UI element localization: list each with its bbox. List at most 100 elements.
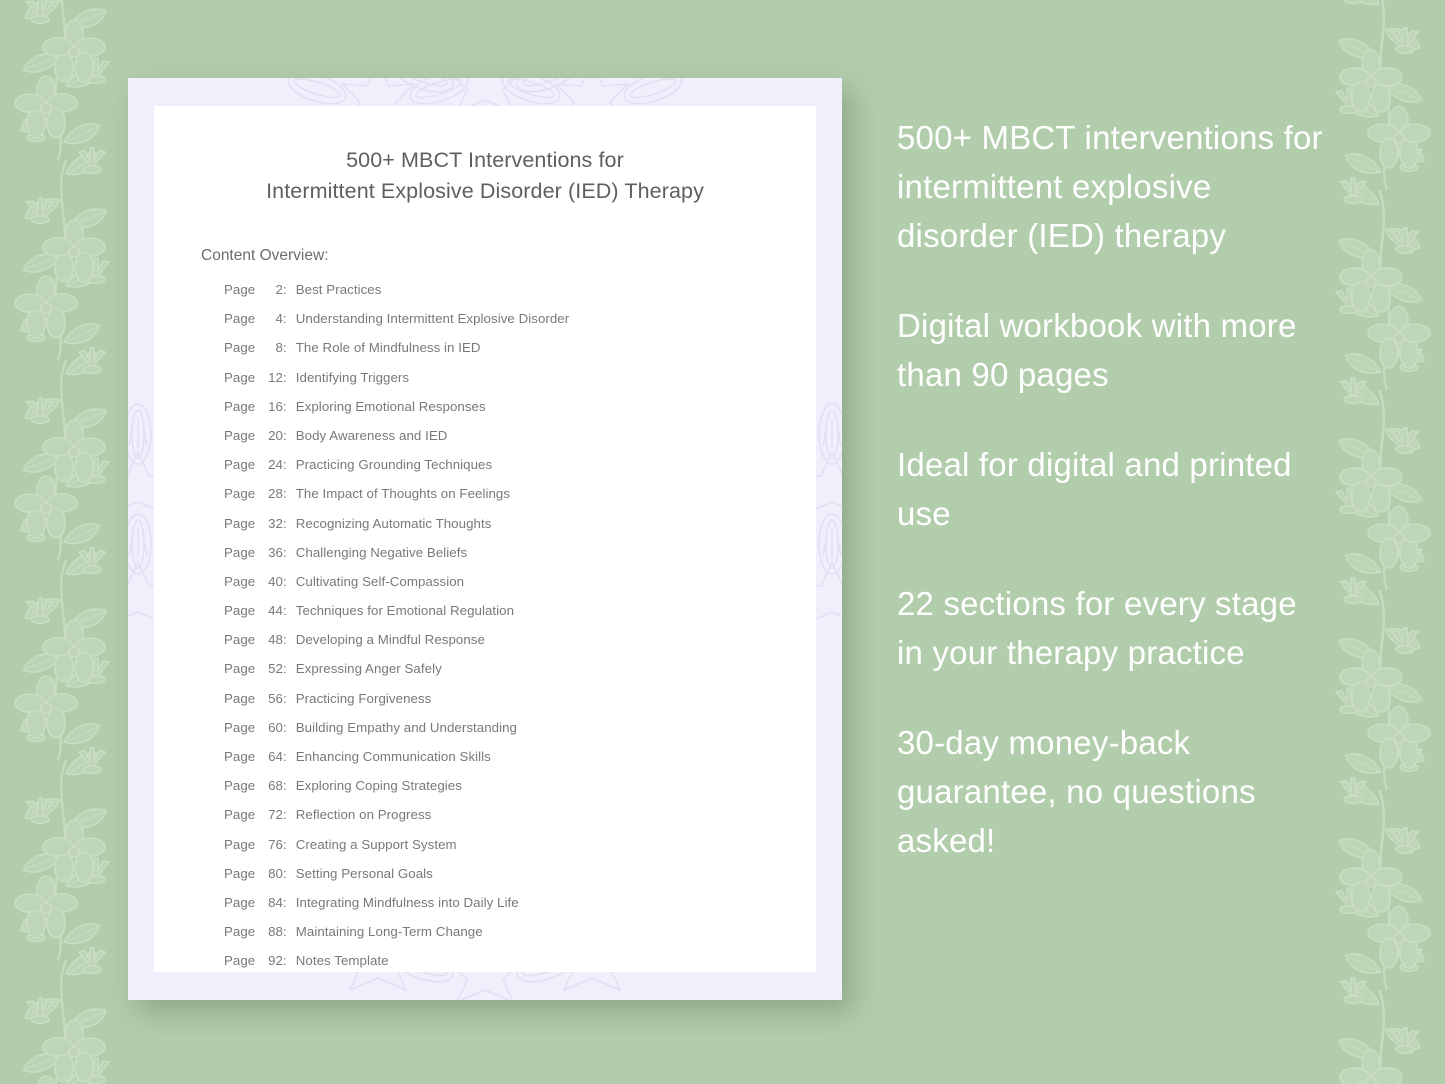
toc-page-number: 20 (268, 427, 283, 443)
toc-row: Page 4: Understanding Intermittent Explos… (224, 311, 816, 340)
toc-row: Page 44: Techniques for Emotional Regulat… (224, 603, 816, 632)
toc-page-number: 84 (268, 894, 283, 910)
toc-colon: : (283, 282, 287, 297)
toc-colon: : (283, 457, 287, 473)
toc-entry-title: Enhancing Communication Skills (295, 749, 491, 764)
toc-colon: : (283, 749, 287, 764)
toc-colon: : (283, 398, 287, 414)
toc-page-number: 36 (268, 544, 283, 560)
toc-row: Page 52: Expressing Anger Safely (224, 661, 816, 690)
toc-row: Page 88: Maintaining Long-Term Change (224, 924, 816, 953)
toc-page-word: Page (224, 778, 259, 794)
toc-entry-title: Setting Personal Goals (295, 865, 433, 881)
toc-colon: : (283, 369, 287, 385)
toc-page-word: Page (224, 807, 259, 823)
toc-colon: : (283, 894, 287, 910)
toc-colon: : (283, 924, 287, 940)
toc-colon: : (283, 719, 287, 735)
toc-entry-title: Body Awareness and IED (295, 427, 448, 443)
toc-page-number: 52 (268, 661, 283, 677)
promo-block: Ideal for digital and printed use (897, 446, 1292, 532)
toc-colon: : (283, 690, 287, 706)
toc-page-number: 16 (268, 398, 283, 414)
promo-block: 500+ MBCT interventions for intermittent… (897, 119, 1323, 254)
toc-colon: : (283, 573, 287, 589)
toc-colon: : (283, 661, 287, 677)
toc-page-word: Page (224, 865, 259, 881)
toc-page-number: 28 (268, 486, 283, 502)
toc-row: Page 60: Building Empathy and Understandi… (224, 720, 816, 749)
toc-row: Page 12: Identifying Triggers (224, 370, 816, 399)
toc-page-word: Page (224, 311, 259, 327)
toc-row: Page 16: Exploring Emotional Responses (224, 399, 816, 428)
toc-row: Page 36: Challenging Negative Beliefs (224, 545, 816, 574)
toc-row: Page 32: Recognizing Automatic Thoughts (224, 516, 816, 545)
toc-page-number: 60 (268, 719, 283, 735)
promo-column: 500+ MBCT interventions for intermittent… (897, 113, 1327, 865)
toc-colon: : (283, 836, 287, 852)
toc-colon: : (283, 865, 287, 881)
toc-colon: : (283, 807, 287, 823)
toc-page-word: Page (224, 573, 259, 589)
toc-row: Page 8: The Role of Mindfulness in IED (224, 340, 816, 369)
toc-page-number: 24 (268, 457, 283, 473)
toc-entry-title: Practicing Forgiveness (295, 690, 432, 706)
toc-page-word: Page (224, 544, 259, 560)
toc-row: Page 68: Exploring Coping Strategies (224, 778, 816, 807)
toc-page-word: Page (224, 282, 259, 297)
toc-page-word: Page (224, 924, 259, 940)
toc-row: Page 40: Cultivating Self-Compassion (224, 574, 816, 603)
floral-border-left (0, 0, 140, 1084)
toc-entry-title: The Impact of Thoughts on Feelings (295, 486, 511, 502)
toc-colon: : (283, 632, 287, 648)
toc-page-number: 8 (275, 340, 283, 356)
toc-page-number: 92 (268, 953, 283, 969)
toc-page-number: 56 (268, 690, 283, 706)
toc-entry-title: Notes Template (295, 953, 389, 969)
toc-colon: : (283, 953, 287, 969)
workbook-page: 500+ MBCT Interventions for Intermittent… (154, 106, 816, 972)
page-title-line2: Intermittent Explosive Disorder (IED) Th… (266, 179, 704, 203)
toc-page-word: Page (224, 894, 259, 910)
toc-page-number: 40 (268, 573, 283, 589)
toc-entry-title: The Role of Mindfulness in IED (295, 340, 481, 356)
toc-page-number: 76 (268, 836, 283, 852)
toc-row: Page 84: Integrating Mindfulness into Dai… (224, 895, 816, 924)
toc-page-number: 72 (268, 807, 283, 823)
toc-row: Page 76: Creating a Support System (224, 837, 816, 866)
toc-row: Page 48: Developing a Mindful Response (224, 632, 816, 661)
toc-page-number: 80 (268, 865, 283, 881)
toc-row: Page 92: Notes Template (224, 953, 816, 982)
page-title: 500+ MBCT Interventions for Intermittent… (154, 106, 816, 207)
toc-entry-title: Building Empathy and Understanding (295, 719, 517, 735)
toc-entry-title: Exploring Coping Strategies (295, 778, 462, 794)
toc-entry-title: Expressing Anger Safely (295, 661, 442, 677)
toc-colon: : (283, 515, 287, 531)
toc-page-number: 64 (268, 749, 283, 764)
toc-row: Page 64: Enhancing Communication Skills (224, 749, 816, 778)
toc-row: Page 72: Reflection on Progress (224, 807, 816, 836)
toc-page-number: 44 (268, 603, 283, 619)
toc-row: Page 2: Best Practices (224, 282, 816, 311)
toc-colon: : (283, 486, 287, 502)
toc-colon: : (283, 544, 287, 560)
toc-entry-title: Maintaining Long-Term Change (295, 924, 483, 940)
toc-page-number: 32 (268, 515, 283, 531)
toc-entry-title: Developing a Mindful Response (295, 632, 485, 648)
toc-page-number: 48 (268, 632, 283, 648)
toc-colon: : (283, 340, 287, 356)
toc-page-number: 88 (268, 924, 283, 940)
toc-page-number: 4 (275, 311, 283, 327)
table-of-contents: Page 2: Best Practices Page 4: Understandin… (224, 282, 816, 983)
toc-page-word: Page (224, 457, 259, 473)
page-title-line1: 500+ MBCT Interventions for (346, 148, 624, 172)
toc-page-word: Page (224, 515, 259, 531)
toc-page-word: Page (224, 690, 259, 706)
toc-entry-title: Integrating Mindfulness into Daily Life (295, 894, 519, 910)
toc-entry-title: Exploring Emotional Responses (295, 398, 486, 414)
toc-page-word: Page (224, 340, 259, 356)
toc-page-number: 12 (268, 369, 283, 385)
toc-entry-title: Techniques for Emotional Regulation (295, 603, 515, 619)
toc-entry-title: Best Practices (295, 282, 382, 297)
toc-entry-title: Recognizing Automatic Thoughts (295, 515, 492, 531)
